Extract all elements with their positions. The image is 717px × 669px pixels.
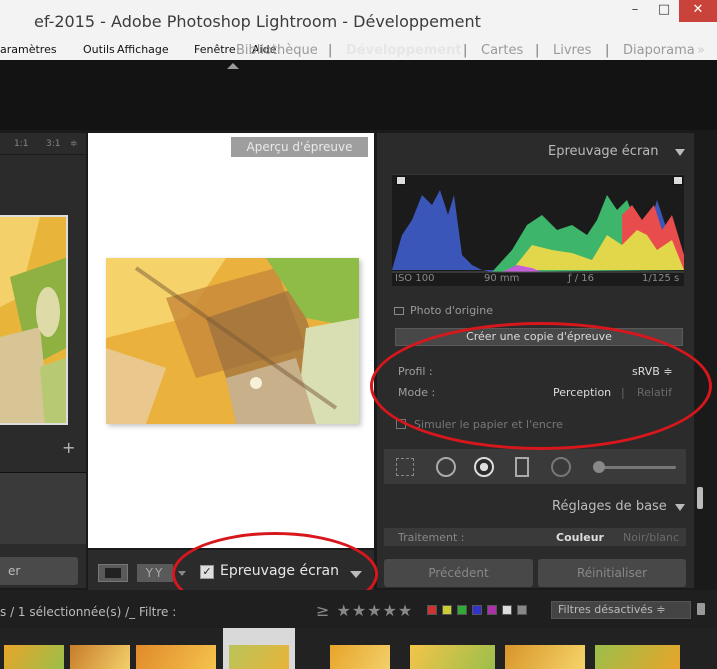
histogram[interactable] (392, 174, 684, 286)
iso-value: ISO 100 (395, 273, 435, 284)
focal-length-value: 90 mm (484, 273, 520, 284)
color-filter-none[interactable] (517, 605, 527, 615)
menu-affichage[interactable]: Affichage (117, 43, 169, 56)
shadow-clipping-icon[interactable] (396, 176, 406, 185)
annotation-ellipse-profile (370, 322, 712, 450)
basic-collapse-icon[interactable] (675, 504, 685, 511)
before-after-button[interactable]: YY (137, 564, 173, 582)
highlight-clipping-icon[interactable] (673, 176, 683, 185)
menu-fenetre[interactable]: Fenêtre (194, 43, 236, 56)
spot-removal-icon[interactable] (436, 457, 456, 477)
module-separator: | (605, 43, 610, 58)
adjustment-brush-slider[interactable] (596, 466, 676, 469)
graduated-filter-icon[interactable] (515, 457, 529, 477)
basic-settings-title[interactable]: Réglages de base (552, 499, 667, 514)
filmstrip-thumb[interactable] (229, 645, 289, 669)
module-separator: | (463, 43, 468, 58)
module-developpement[interactable]: Développement (346, 43, 462, 58)
zoom-3-1[interactable]: 3:1 (46, 139, 60, 149)
color-filter-red[interactable] (427, 605, 437, 615)
filmstrip-thumb[interactable] (505, 645, 585, 669)
menu-outils[interactable]: Outils (83, 43, 115, 56)
lock-icon[interactable] (697, 603, 705, 615)
proof-preview-label: Aperçu d'épreuve (231, 137, 368, 157)
left-button-label: er (8, 564, 21, 578)
color-filter-white[interactable] (502, 605, 512, 615)
module-diaporama[interactable]: Diaporama (623, 43, 695, 58)
treatment-color[interactable]: Couleur (556, 531, 604, 544)
red-eye-icon[interactable] (474, 457, 494, 477)
crop-overlay-icon[interactable] (396, 458, 414, 476)
filter-presets-select[interactable]: Filtres désactivés ≑ (551, 601, 691, 619)
module-livres[interactable]: Livres (553, 43, 591, 58)
close-button[interactable]: ✕ (679, 0, 717, 22)
navigator-image (0, 217, 66, 423)
reset-button[interactable]: Réinitialiser (538, 559, 686, 587)
navigator-preview[interactable] (0, 215, 68, 425)
module-picker (0, 60, 717, 130)
module-cartes[interactable]: Cartes (481, 43, 523, 58)
filter-status: s / 1 sélectionnée(s) /_ Filtre : (0, 605, 177, 619)
filmstrip-thumb[interactable] (136, 645, 216, 669)
soft-proof-panel-title[interactable]: Epreuvage écran (548, 144, 659, 159)
filmstrip-thumb[interactable] (70, 645, 130, 669)
photo-image (106, 258, 359, 424)
zoom-stepper-icon[interactable]: ≑ (70, 139, 78, 149)
zoom-1-1[interactable]: 1:1 (14, 139, 28, 149)
filmstrip-thumb[interactable] (4, 645, 64, 669)
panel-collapse-icon[interactable] (675, 149, 685, 156)
menu-parametres[interactable]: aramètres (0, 43, 57, 56)
maximize-button[interactable]: □ (649, 0, 679, 22)
color-filter-yellow[interactable] (442, 605, 452, 615)
loupe-view-button[interactable] (98, 564, 128, 582)
minimize-button[interactable]: – (620, 0, 650, 22)
module-separator: | (535, 43, 540, 58)
adjustment-brush-icon[interactable] (593, 461, 605, 473)
photo-original-label: Photo d'origine (410, 304, 493, 317)
previous-button[interactable]: Précédent (384, 559, 533, 587)
shutter-value: 1/125 s (642, 273, 680, 284)
navigator-zoom-row: 1:1 3:1 ≑ (0, 133, 86, 155)
left-subpanel (0, 472, 86, 544)
filmstrip-thumb[interactable] (595, 645, 680, 669)
color-filter-purple[interactable] (487, 605, 497, 615)
module-separator: | (328, 43, 333, 58)
filmstrip-thumb[interactable] (410, 645, 495, 669)
right-panel-scrollbar[interactable] (697, 487, 703, 509)
window-title: ef-2015 - Adobe Photoshop Lightroom - Dé… (34, 12, 481, 31)
histogram-graph (392, 190, 684, 273)
rating-filter[interactable]: ≥ ★★★★★ (316, 601, 413, 620)
color-filter-green[interactable] (457, 605, 467, 615)
more-modules-icon[interactable]: » (697, 43, 705, 58)
filmstrip-thumb[interactable] (330, 645, 390, 669)
photo-original-icon (394, 307, 404, 315)
left-panel-button[interactable]: er (0, 557, 78, 585)
treatment-label: Traitement : (398, 531, 465, 544)
title-bar: ef-2015 - Adobe Photoshop Lightroom - Dé… (0, 0, 717, 40)
main-photo[interactable] (106, 258, 359, 424)
aperture-value: ƒ / 16 (568, 273, 594, 284)
radial-filter-icon[interactable] (551, 457, 571, 477)
color-filter-blue[interactable] (472, 605, 482, 615)
treatment-bw[interactable]: Noir/blanc (623, 531, 679, 544)
module-bibliotheque[interactable]: Bibliothèque (236, 43, 318, 58)
photo-original-toggle[interactable]: Photo d'origine (394, 304, 493, 317)
plus-icon[interactable]: + (62, 438, 75, 457)
collapse-up-icon[interactable] (227, 63, 239, 69)
